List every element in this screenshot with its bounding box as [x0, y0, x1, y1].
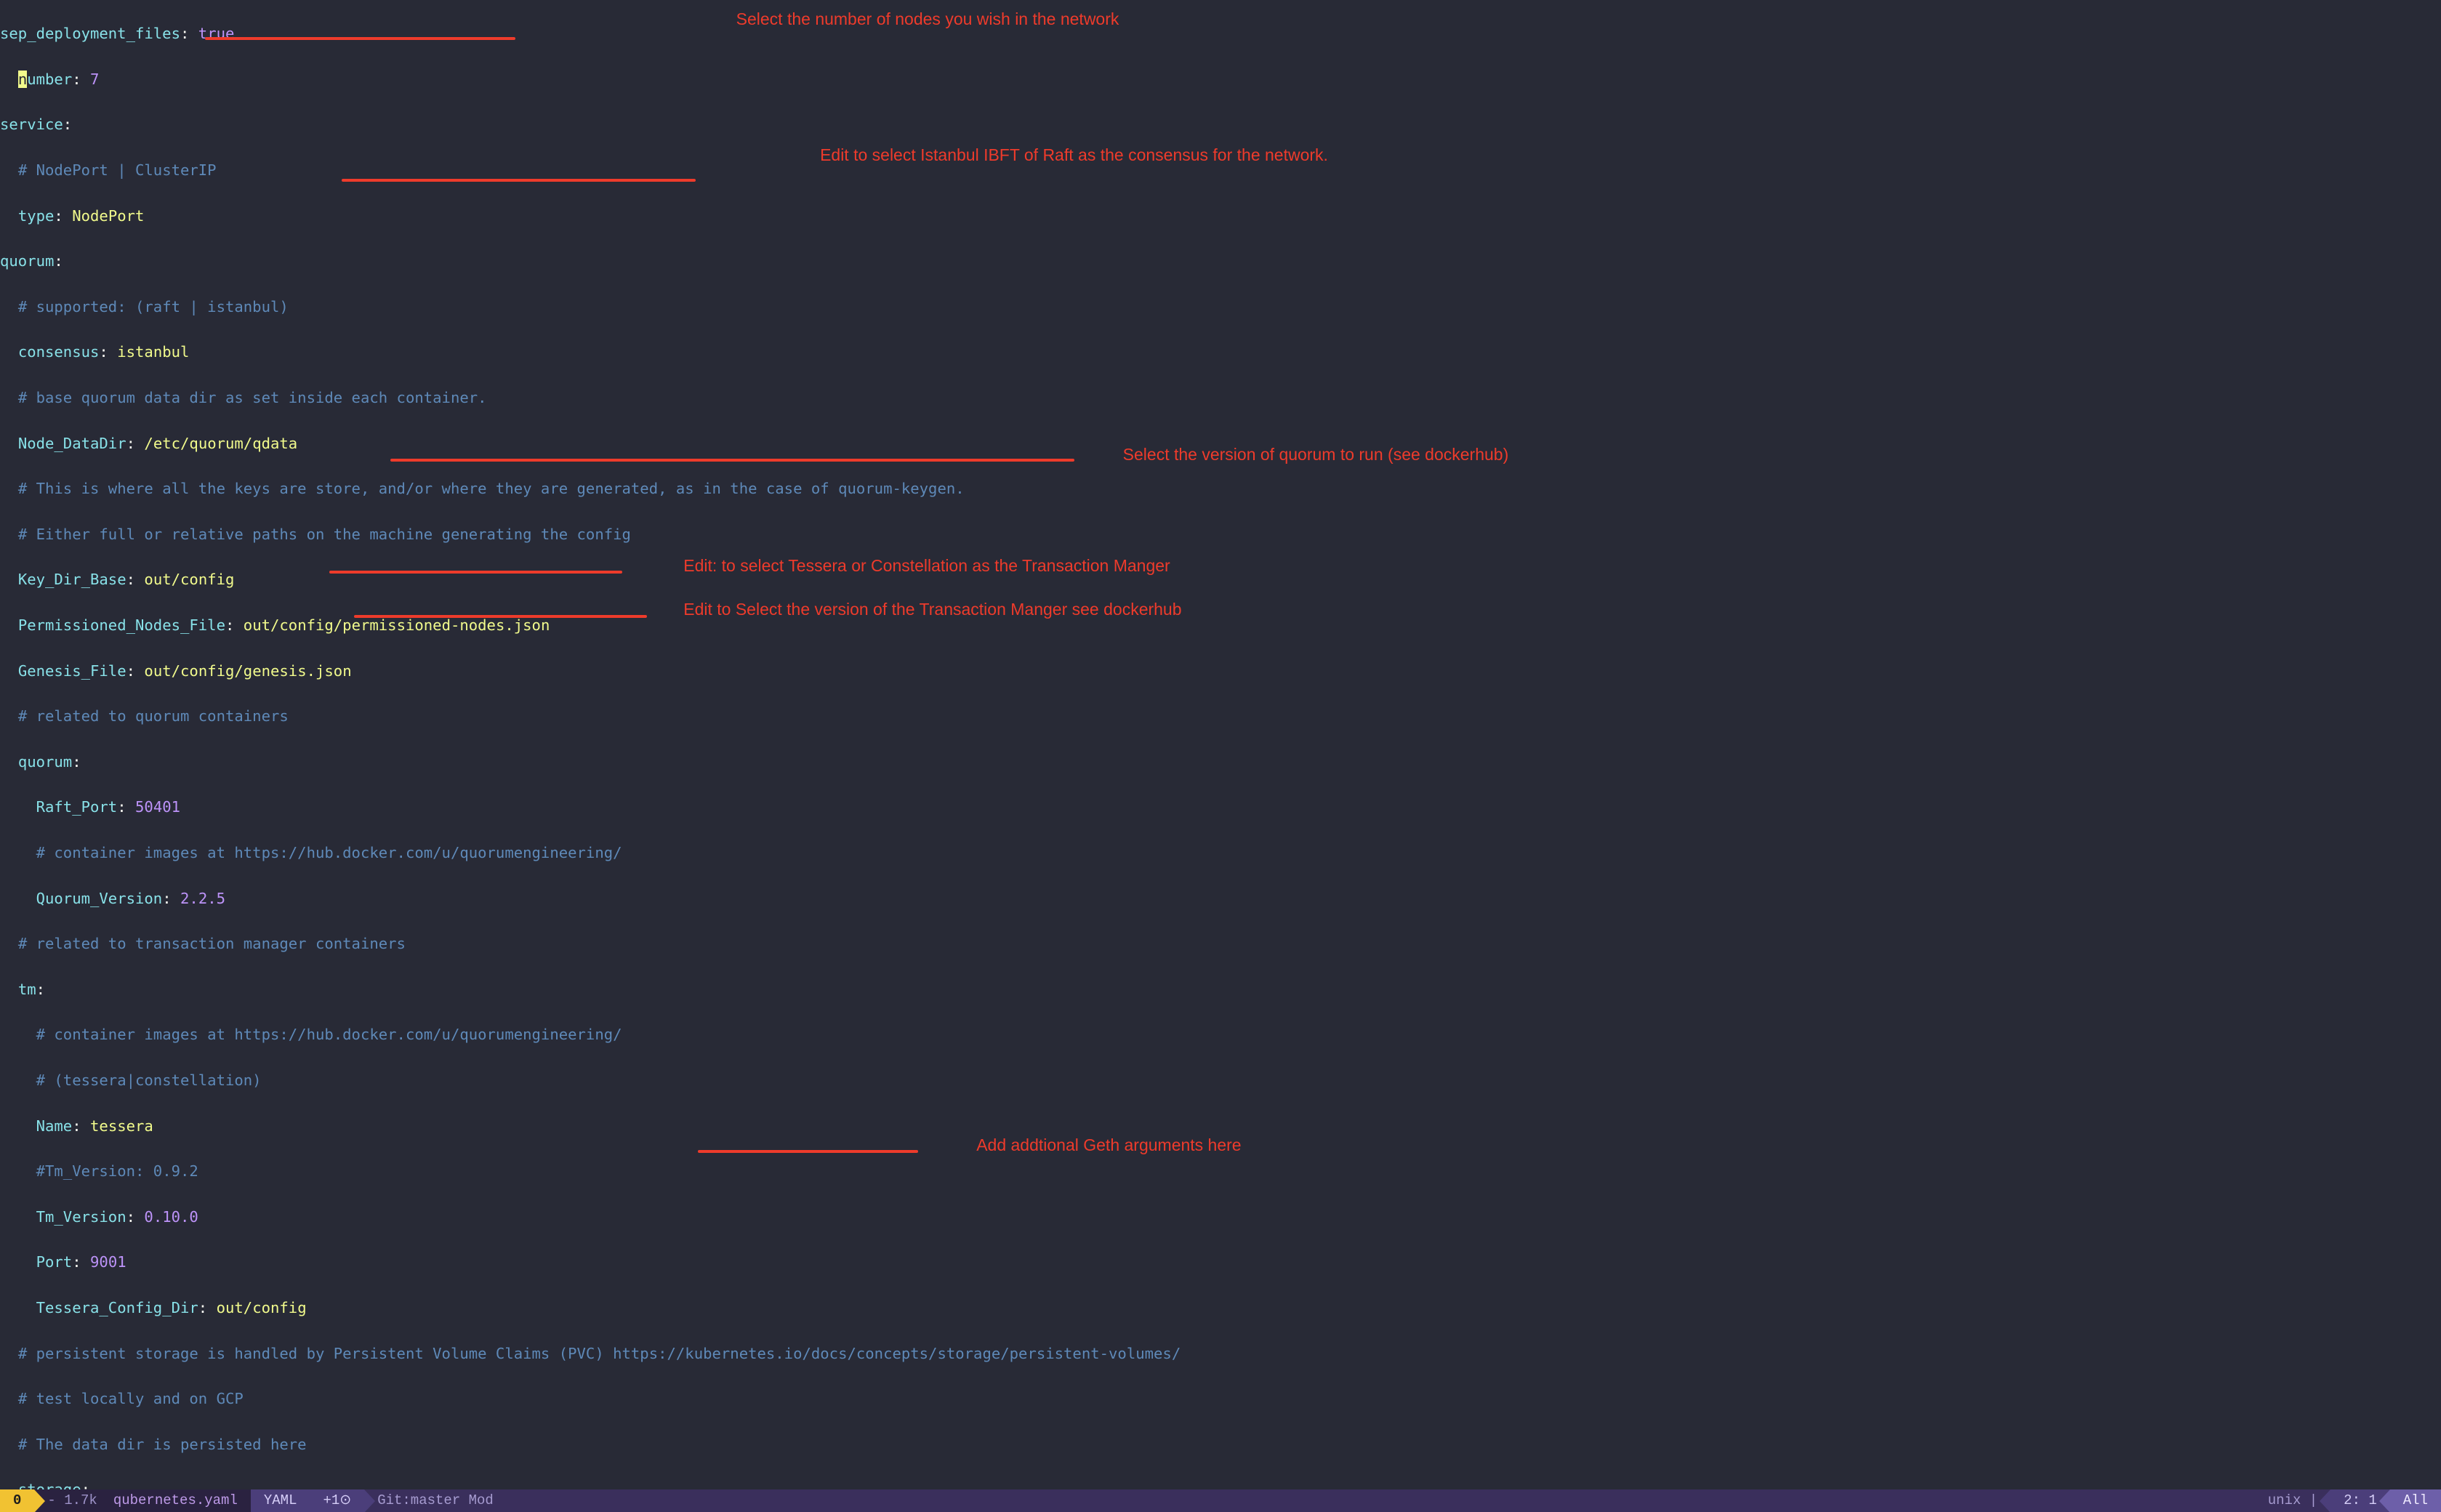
yaml-key: Name — [36, 1117, 73, 1135]
yaml-value: true — [198, 25, 235, 42]
yaml-comment: #Tm_Version: 0.9.2 — [36, 1162, 198, 1180]
yaml-comment: # Either full or relative paths on the m… — [18, 526, 631, 543]
yaml-comment: # persistent storage is handled by Persi… — [18, 1345, 1181, 1362]
yaml-key: quorum — [0, 252, 54, 270]
yaml-value: out/config — [217, 1299, 307, 1316]
yaml-key: Node_DataDir — [18, 435, 126, 452]
yaml-value: NodePort — [72, 207, 144, 225]
yaml-value: 0.10.0 — [144, 1208, 198, 1226]
yaml-value: /etc/quorum/qdata — [144, 435, 297, 452]
yaml-key: Raft_Port — [36, 798, 118, 816]
yaml-key: Permissioned_Nodes_File — [18, 616, 225, 634]
status-filename: qubernetes.yaml — [110, 1489, 251, 1512]
yaml-comment: # related to quorum containers — [18, 707, 289, 725]
yaml-value: 50401 — [135, 798, 180, 816]
editor-cursor: n — [18, 71, 27, 88]
yaml-key: tm — [18, 981, 36, 998]
annotation-text: Add addtional Geth arguments here — [976, 1135, 1708, 1156]
yaml-value: 9001 — [90, 1253, 126, 1271]
yaml-value: tessera — [90, 1117, 153, 1135]
yaml-key: Quorum_Version — [36, 890, 163, 907]
yaml-value: 7 — [90, 71, 99, 88]
status-filesize: - 1.7k — [34, 1489, 110, 1512]
yaml-comment: # The data dir is persisted here — [18, 1436, 307, 1453]
yaml-comment: # This is where all the keys are store, … — [18, 480, 965, 497]
yaml-comment: # supported: (raft | istanbul) — [18, 298, 289, 315]
yaml-key: Tm_Version — [36, 1208, 126, 1226]
yaml-key: Key_Dir_Base — [18, 571, 126, 588]
yaml-comment: # base quorum data dir as set inside eac… — [18, 389, 487, 406]
annotation-underline — [390, 459, 1074, 462]
status-filetype: YAML — [251, 1489, 310, 1512]
yaml-value: out/config — [144, 571, 234, 588]
yaml-key: consensus — [18, 343, 100, 361]
yaml-comment: # container images at https://hub.docker… — [36, 1026, 622, 1043]
yaml-key: umber — [27, 71, 72, 88]
yaml-key: service — [0, 116, 63, 133]
yaml-value: istanbul — [117, 343, 189, 361]
code-editor[interactable]: sep_deployment_files: true number: 7 ser… — [0, 0, 2441, 1489]
annotation-underline — [698, 1150, 917, 1153]
yaml-comment: # test locally and on GCP — [18, 1390, 244, 1407]
yaml-key: Tessera_Config_Dir — [36, 1299, 198, 1316]
yaml-key: Genesis_File — [18, 662, 126, 680]
yaml-comment: # (tessera|constellation) — [36, 1071, 262, 1089]
yaml-value: out/config/genesis.json — [144, 662, 351, 680]
status-warn-count[interactable]: 0 — [0, 1489, 34, 1512]
yaml-key: Port — [36, 1253, 73, 1271]
yaml-key: quorum — [18, 753, 72, 771]
yaml-value: out/config/permissioned-nodes.json — [244, 616, 550, 634]
yaml-key: type — [18, 207, 55, 225]
vim-statusbar: 0 - 1.7k qubernetes.yaml YAML +1⊙ Git:ma… — [0, 1489, 2441, 1512]
yaml-comment: # related to transaction manager contain… — [18, 935, 406, 952]
yaml-value: 2.2.5 — [180, 890, 225, 907]
status-scroll-percent: All — [2390, 1489, 2441, 1512]
yaml-key: sep_deployment_files — [0, 25, 180, 42]
yaml-comment: # NodePort | ClusterIP — [18, 161, 217, 179]
yaml-comment: # container images at https://hub.docker… — [36, 844, 622, 861]
status-git-branch: Git:master Mod — [364, 1489, 507, 1512]
